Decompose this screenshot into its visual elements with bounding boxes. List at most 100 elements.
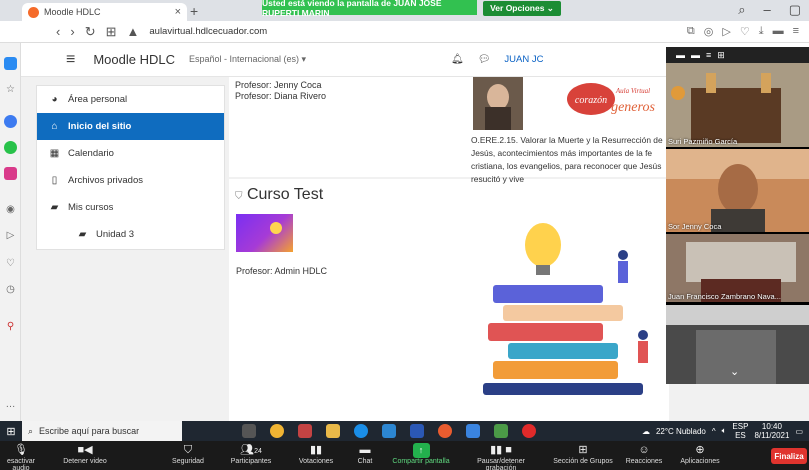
- pin-icon[interactable]: ⚲: [4, 320, 17, 333]
- end-meeting-button[interactable]: Finaliza: [771, 448, 807, 464]
- notifications-icon[interactable]: 🔔︎: [451, 54, 464, 65]
- participant-name: Suri Pazmiño García: [668, 137, 738, 146]
- edge-icon[interactable]: [354, 424, 368, 438]
- language-indicator[interactable]: ESP ES: [732, 422, 748, 440]
- svg-text:Aula Virtual: Aula Virtual: [615, 87, 650, 95]
- favorites-icon[interactable]: ♡: [4, 257, 17, 270]
- word-icon[interactable]: [410, 424, 424, 438]
- security-button[interactable]: ⛉ Seguridad: [168, 443, 208, 465]
- reload-icon[interactable]: ↻: [85, 24, 96, 40]
- instagram-icon[interactable]: [4, 167, 17, 180]
- course-title-text[interactable]: Curso Test: [247, 186, 323, 203]
- gallery-view-icon[interactable]: ≡: [706, 50, 711, 60]
- video-button[interactable]: ■◀ Detener video: [62, 443, 108, 465]
- share-screen-button[interactable]: ↑ Compartir pantalla: [392, 443, 450, 465]
- app-icon[interactable]: [494, 424, 508, 438]
- chat-button[interactable]: ▬ Chat: [352, 443, 378, 465]
- minimize-gallery-icon-2[interactable]: ▬: [691, 50, 700, 60]
- play-icon[interactable]: ▷: [722, 25, 730, 38]
- minimize-icon[interactable]: –: [763, 2, 770, 18]
- send-icon[interactable]: ▷: [4, 229, 17, 242]
- chevron-down-icon[interactable]: ⌄: [730, 365, 739, 378]
- minimize-gallery-icon[interactable]: ▬: [676, 50, 685, 60]
- nav-item-unidad-3[interactable]: ▰ Unidad 3: [37, 221, 224, 248]
- powerpoint-icon[interactable]: [298, 424, 312, 438]
- close-tab-icon[interactable]: ×: [175, 6, 181, 18]
- course-image[interactable]: [236, 214, 293, 252]
- task-view-icon[interactable]: [242, 424, 256, 438]
- menu-icon[interactable]: ≡: [793, 25, 799, 38]
- back-icon[interactable]: ‹: [56, 24, 60, 39]
- more-icon[interactable]: …: [4, 398, 17, 411]
- home-app-icon[interactable]: [4, 57, 17, 70]
- user-menu[interactable]: JUAN JC: [504, 54, 543, 65]
- home-icon: ⌂: [51, 121, 58, 132]
- clock[interactable]: 10:40 8/11/2021: [754, 422, 789, 440]
- apps-button[interactable]: ⊕ Aplicaciones: [674, 443, 726, 465]
- camera-icon[interactable]: ◎: [704, 25, 714, 38]
- record-icon[interactable]: ◉: [4, 203, 17, 216]
- browser-icon[interactable]: [438, 424, 452, 438]
- screenshot-icon[interactable]: ⧉: [687, 25, 695, 38]
- grid-view-icon[interactable]: ⊞: [717, 50, 725, 61]
- nav-item-archivos[interactable]: ▯ Archivos privados: [37, 167, 224, 194]
- zoom-app-icon[interactable]: [466, 424, 480, 438]
- gallery-header: ▬ ▬ ≡ ⊞: [666, 47, 809, 63]
- file-icon: ▯: [51, 175, 58, 186]
- download-icon[interactable]: ⤓: [759, 25, 764, 38]
- breakout-label: Sección de Grupos: [553, 458, 613, 465]
- nav-item-mis-cursos[interactable]: ▰ Mis cursos: [37, 194, 224, 221]
- teacher-line: Profesor: Admin HDLC: [236, 266, 328, 276]
- volume-icon[interactable]: 🔈︎: [722, 426, 727, 436]
- participant-video[interactable]: Sor Jenny Coca: [666, 149, 809, 232]
- system-tray: ☁ 22°C Nublado ^ 🔈︎ ESP ES 10:40 8/11/20…: [642, 422, 803, 440]
- security-label: Seguridad: [172, 458, 204, 465]
- nav-item-area-personal[interactable]: ◕ Área personal: [37, 86, 224, 113]
- breakout-rooms-button[interactable]: ⊞ Sección de Grupos: [552, 443, 614, 465]
- nav-item-inicio[interactable]: ⌂ Inicio del sitio: [37, 113, 224, 140]
- apps-icon: ⊕: [695, 444, 705, 456]
- windows-start-icon[interactable]: ⊞: [0, 425, 22, 438]
- nav-item-label: Área personal: [68, 94, 128, 105]
- forward-icon[interactable]: ›: [70, 24, 74, 39]
- heart-icon[interactable]: ♡: [740, 25, 750, 38]
- bookmark-icon[interactable]: ☆: [4, 83, 17, 96]
- apps-label: Aplicaciones: [680, 458, 720, 465]
- course-title[interactable]: ⛉ Curso Test: [235, 186, 323, 204]
- history-icon[interactable]: ◷: [4, 283, 17, 296]
- search-tabs-icon[interactable]: ⌕: [738, 2, 745, 18]
- taskbar-search[interactable]: ⌕ Escribe aquí para buscar: [22, 421, 182, 441]
- course-teachers: Profesor: Jenny Coca Profesor: Diana Riv…: [235, 80, 326, 102]
- chrome-icon[interactable]: [270, 424, 284, 438]
- battery-icon: ▬: [772, 25, 784, 37]
- file-explorer-icon[interactable]: [326, 424, 340, 438]
- messages-icon[interactable]: 💬︎: [478, 54, 491, 65]
- new-tab-button[interactable]: +: [190, 3, 198, 19]
- reactions-button[interactable]: ☺ Reacciones: [624, 443, 664, 465]
- whatsapp-icon[interactable]: [4, 141, 17, 154]
- apps-grid-icon[interactable]: ⊞: [106, 24, 117, 40]
- browser-tab[interactable]: Moodle HDLC ×: [22, 3, 187, 21]
- hamburger-icon[interactable]: ≡: [66, 51, 75, 69]
- view-options-button[interactable]: Ver Opciones ⌄: [483, 1, 561, 16]
- notification-center-icon[interactable]: ▭: [795, 427, 803, 436]
- nav-item-calendario[interactable]: ▦ Calendario: [37, 140, 224, 167]
- participants-button[interactable]: 👥︎24 Participantes: [228, 443, 274, 465]
- maximize-icon[interactable]: ▢: [789, 2, 801, 18]
- pause-recording-button[interactable]: ▮▮ ■ Pausar/detener grabación: [461, 443, 541, 470]
- nav-item-label: Inicio del sitio: [68, 121, 132, 132]
- messenger-icon[interactable]: [4, 115, 17, 128]
- url-field[interactable]: aulavirtual.hdlcecuador.com: [149, 26, 267, 37]
- reactions-label: Reacciones: [625, 458, 663, 465]
- mute-button[interactable]: 🎙︎ esactivar audio: [2, 443, 40, 470]
- language-menu[interactable]: Español - Internacional (es) ▾: [189, 54, 306, 65]
- weather-text[interactable]: 22°C Nublado: [656, 427, 706, 436]
- polls-button[interactable]: ▮▮ Votaciones: [296, 443, 336, 465]
- participant-video[interactable]: Juan Francisco Zambrano Nava...: [666, 234, 809, 302]
- site-brand[interactable]: Moodle HDLC: [93, 52, 175, 67]
- mail-icon[interactable]: [382, 424, 396, 438]
- chevron-up-icon[interactable]: ^: [712, 427, 716, 436]
- participant-video[interactable]: Suri Pazmiño García: [666, 63, 809, 147]
- calendar-icon: ▦: [49, 148, 60, 159]
- opera-icon[interactable]: [522, 424, 536, 438]
